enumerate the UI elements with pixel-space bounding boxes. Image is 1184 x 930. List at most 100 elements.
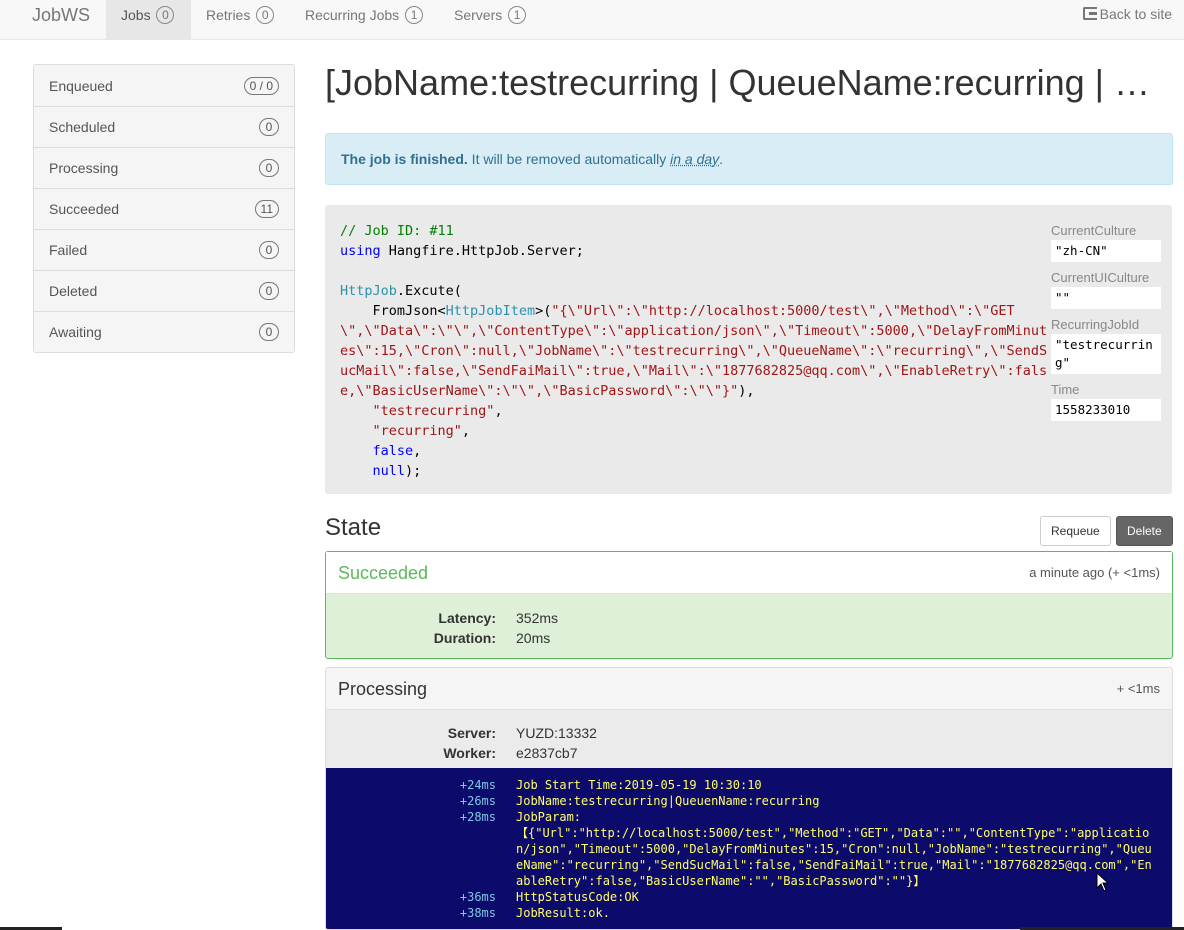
param-label: Time [1051,382,1080,397]
sidebar: Enqueued 0 / 0 Scheduled 0 Processing 0 … [33,64,295,353]
nav-recurring-jobs[interactable]: Recurring Jobs 1 [305,0,424,39]
log-line: +24ms Job Start Time:2019-05-19 10:30:10 [326,777,1172,793]
sidebar-item-count: 0 [259,241,279,259]
param-value: 1558233010 [1051,399,1161,421]
sidebar-item-label: Deleted [49,283,98,299]
log-line: +38ms JobResult:ok. [326,905,1172,921]
nav-jobs-label: Jobs [121,7,151,23]
alert-text: It will be removed automatically [467,151,671,167]
sidebar-item-enqueued[interactable]: Enqueued 0 / 0 [34,65,294,106]
server-label: Server: [447,725,496,741]
log-time: +26ms [459,794,496,808]
state-succeeded-time: a minute ago (+ <1ms) [1029,565,1160,580]
sidebar-item-count: 11 [254,200,279,218]
param-label: RecurringJobId [1051,317,1140,332]
worker-row: Worker: e2837cb7 [326,745,578,761]
code-json-close: ), [738,383,755,399]
sidebar-item-count: 0 [259,159,279,177]
code-arg-jobname: "testrecurring" [372,403,495,419]
sidebar-item-scheduled[interactable]: Scheduled 0 [34,106,294,147]
job-parameters: CurrentCulture "zh-CN" CurrentUICulture … [1051,221,1161,429]
log-time: +24ms [459,778,496,792]
log-time: +38ms [459,906,496,920]
duration-label: Duration: [433,630,496,646]
delete-button[interactable]: Delete [1116,516,1173,546]
code-arg-queuename: "recurring" [372,423,462,439]
page-title: [JobName:testrecurring | QueueName:recur… [325,62,1173,103]
state-processing-panel: Processing + <1ms Server: YUZD:13332 Work… [325,667,1173,930]
server-value: YUZD:13332 [516,725,597,741]
server-row: Server: YUZD:13332 [326,725,597,741]
sidebar-item-label: Scheduled [49,119,116,135]
state-processing-header: Processing + <1ms [326,668,1172,710]
code-using-namespace: Hangfire.HttpJob.Server; [380,243,584,259]
param-value: "testrecurring" [1051,334,1161,374]
nav-servers-count: 1 [508,6,527,24]
log-message: JobResult:ok. [516,906,610,920]
code-using-keyword: using [340,243,381,259]
nav-recurring-jobs-count: 1 [405,6,424,24]
code-json-open: >( [535,303,552,319]
code-arg-null: null [372,463,406,479]
sidebar-item-awaiting[interactable]: Awaiting 0 [34,311,294,352]
back-to-site-label: Back to site [1099,6,1172,22]
sidebar-item-label: Failed [49,242,88,258]
nav-servers-label: Servers [454,7,503,23]
job-code: // Job ID: #11 using Hangfire.HttpJob.Se… [340,223,1048,479]
sidebar-item-label: Succeeded [49,201,120,217]
code-method: .Excute( [396,283,462,299]
sidebar-item-deleted[interactable]: Deleted 0 [34,270,294,311]
brand-logo[interactable]: JobWS [32,5,90,26]
nav-jobs[interactable]: Jobs 0 [106,0,191,39]
sidebar-item-succeeded[interactable]: Succeeded 11 [34,188,294,229]
job-code-panel: // Job ID: #11 using Hangfire.HttpJob.Se… [325,205,1172,494]
sign-out-icon [1082,7,1097,20]
alert-strong: The job is finished. [341,151,468,167]
sidebar-item-count: 0 / 0 [243,76,279,95]
param-value: "" [1051,287,1161,309]
state-processing-title: Processing [338,679,428,699]
nav-retries[interactable]: Retries 0 [206,0,275,39]
param-label: CurrentUICulture [1051,270,1150,285]
sidebar-item-label: Processing [49,160,119,176]
duration-value: 20ms [516,630,551,646]
nav-jobs-count: 0 [156,6,175,24]
state-succeeded-header: Succeeded a minute ago (+ <1ms) [326,552,1172,594]
latency-row: Latency: 352ms [276,610,558,626]
code-class-name: HttpJob [340,283,397,299]
sidebar-item-label: Enqueued [49,77,113,94]
nav-servers[interactable]: Servers 1 [454,0,527,39]
code-type-arg: HttpJobItem [445,303,536,319]
sidebar-item-failed[interactable]: Failed 0 [34,229,294,270]
back-to-site-link[interactable]: Back to site [1082,6,1172,22]
log-message: JobParam: 【{"Url":"http://localhost:5000… [516,810,1152,888]
state-succeeded-panel: Succeeded a minute ago (+ <1ms) Latency:… [325,551,1173,659]
state-processing-time: + <1ms [1116,681,1160,696]
log-time: +36ms [459,890,496,904]
state-succeeded-title: Succeeded [338,563,429,583]
code-from-json: FromJson< [340,303,446,319]
nav-retries-label: Retries [206,7,251,23]
param-label: CurrentCulture [1051,223,1137,238]
sidebar-item-label: Awaiting [49,324,102,340]
job-finished-alert: The job is finished. It will be removed … [325,133,1173,185]
sidebar-item-count: 0 [259,282,279,300]
duration-row: Duration: 20ms [276,630,550,646]
state-heading: State [325,514,382,541]
param-value: "zh-CN" [1051,240,1161,262]
log-message: HttpStatusCode:OK [516,890,639,904]
code-arg-false: false [372,443,414,459]
log-message: Job Start Time:2019-05-19 10:30:10 [516,778,762,792]
requeue-button[interactable]: Requeue [1040,516,1111,546]
log-line: +36ms HttpStatusCode:OK [326,889,1172,905]
alert-expire-time: in a day [670,151,720,167]
worker-label: Worker: [443,745,496,761]
worker-value: e2837cb7 [516,745,578,761]
log-line: +28ms JobParam: 【{"Url":"http://localhost… [326,809,1172,889]
nav-recurring-jobs-label: Recurring Jobs [305,7,400,23]
sidebar-item-processing[interactable]: Processing 0 [34,147,294,188]
nav-retries-count: 0 [256,6,275,24]
sidebar-item-count: 0 [259,323,279,341]
latency-value: 352ms [516,610,559,626]
code-comment: // Job ID: #11 [340,223,454,239]
